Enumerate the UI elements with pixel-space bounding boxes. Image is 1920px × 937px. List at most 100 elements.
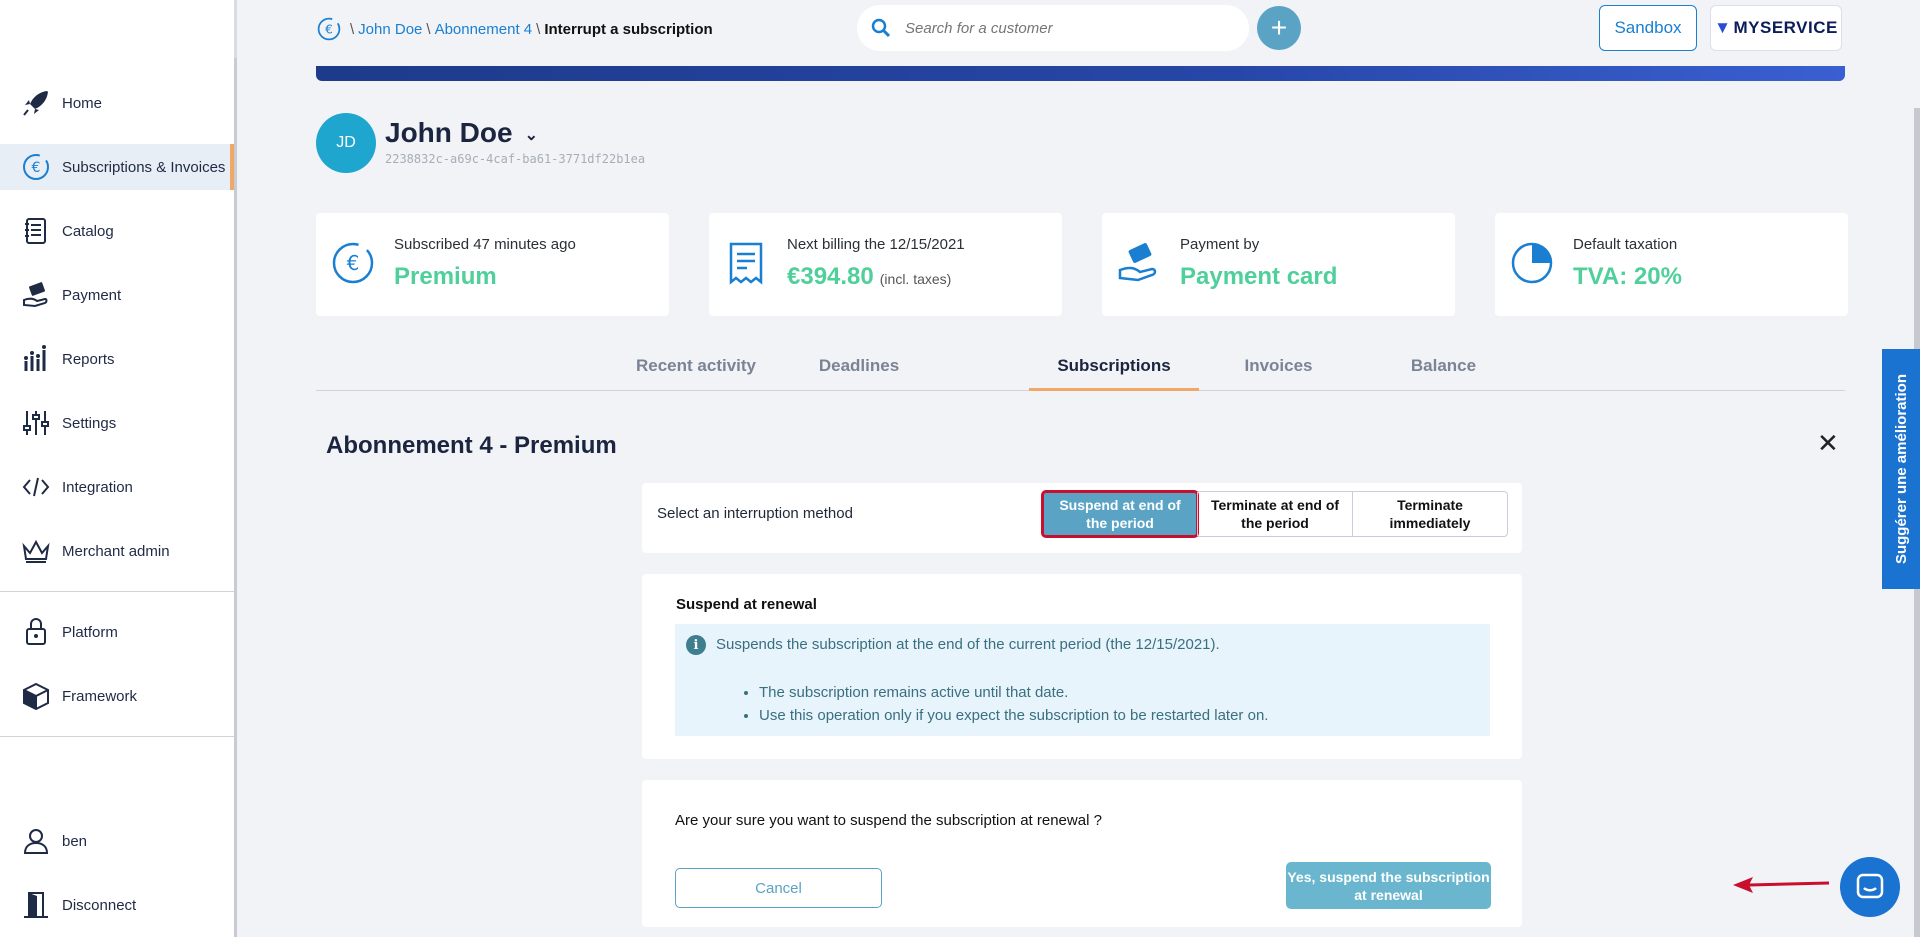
cancel-button[interactable]: Cancel: [675, 868, 882, 908]
sidebar-item-disconnect[interactable]: Disconnect: [0, 882, 234, 928]
sidebar-item-label: Home: [62, 94, 103, 112]
euro-cycle-icon: €: [332, 242, 374, 284]
breadcrumb-current: Interrupt a subscription: [544, 20, 713, 38]
sidebar-item-subscriptions[interactable]: € Subscriptions & Invoices: [0, 144, 234, 190]
list-item: The subscription remains active until th…: [759, 684, 1268, 701]
sidebar-scrollbar[interactable]: [234, 58, 237, 937]
euro-cycle-icon[interactable]: €: [316, 16, 342, 42]
sliders-icon: [20, 407, 52, 439]
tab-balance[interactable]: Balance: [1396, 356, 1491, 391]
tab-subscriptions[interactable]: Subscriptions: [1029, 356, 1199, 391]
sidebar-item-reports[interactable]: Reports: [0, 336, 234, 382]
close-icon[interactable]: ✕: [1817, 428, 1839, 459]
sidebar-item-label: Payment: [62, 286, 122, 304]
sidebar-item-merchant-admin[interactable]: Merchant admin: [0, 528, 234, 574]
logo-mark-icon: ▼: [1714, 18, 1732, 37]
chevron-down-icon[interactable]: ⌄: [525, 125, 538, 145]
breadcrumb: € \ John Doe \ Abonnement 4 \ Interrupt …: [316, 16, 713, 42]
sidebar-item-label: Subscriptions & Invoices: [62, 158, 226, 176]
sidebar-item-integration[interactable]: Integration: [0, 464, 234, 510]
card-sub: (incl. taxes): [879, 271, 952, 287]
card-value: €394.80 (incl. taxes): [787, 263, 951, 291]
add-button[interactable]: +: [1257, 6, 1301, 50]
sidebar-item-label: Platform: [62, 623, 118, 641]
info-text: Suspends the subscription at the end of …: [716, 636, 1220, 653]
card-label: Subscribed 47 minutes ago: [394, 236, 576, 253]
list-item: Use this operation only if you expect th…: [759, 707, 1268, 724]
bar-chart-icon: [20, 343, 52, 375]
interruption-method-panel: Select an interruption method Suspend at…: [642, 483, 1522, 553]
card-label: Next billing the 12/15/2021: [787, 236, 965, 253]
sidebar-item-payment[interactable]: Payment: [0, 272, 234, 318]
card-label: Payment by: [1180, 236, 1260, 253]
svg-text:€: €: [347, 251, 360, 275]
box-icon: [20, 680, 52, 712]
svg-text:€: €: [32, 160, 41, 176]
sidebar-item-label: Framework: [62, 687, 138, 705]
lock-icon: [20, 616, 52, 648]
sidebar-item-home[interactable]: Home: [0, 80, 234, 126]
sidebar-item-platform[interactable]: Platform: [0, 609, 234, 655]
confirm-question: Are your sure you want to suspend the su…: [675, 812, 1102, 829]
sidebar-item-label: ben: [62, 832, 88, 850]
sidebar-divider: [0, 736, 234, 737]
page-title: Abonnement 4 - Premium: [326, 432, 617, 459]
customer-name-text: John Doe: [385, 117, 513, 148]
user-icon: [20, 825, 52, 857]
sidebar-item-label: Settings: [62, 414, 117, 432]
logo-text: MYSERVICE: [1733, 18, 1838, 37]
breadcrumb-separator: \: [536, 20, 541, 38]
header-banner: [316, 66, 1845, 81]
hand-money-icon: [1118, 243, 1157, 282]
sandbox-button[interactable]: Sandbox: [1599, 5, 1697, 51]
option-suspend-end-period[interactable]: Suspend at end of the period: [1041, 490, 1199, 538]
notebook-icon: [20, 215, 52, 247]
sidebar: Home € Subscriptions & Invoices Catalog …: [0, 0, 237, 937]
card-value: TVA: 20%: [1573, 263, 1682, 290]
sidebar-item-label: Integration: [62, 478, 133, 496]
sidebar-divider: [0, 591, 234, 592]
tab-deadlines[interactable]: Deadlines: [804, 356, 914, 391]
search-input[interactable]: [905, 19, 1205, 37]
confirm-suspend-button[interactable]: Yes, suspend the subscription at renewal: [1286, 862, 1491, 909]
card-amount: €394.80: [787, 263, 874, 290]
sidebar-item-settings[interactable]: Settings: [0, 400, 234, 446]
euro-cycle-icon: €: [20, 151, 52, 183]
customer-name[interactable]: John Doe ⌄: [385, 117, 538, 149]
annotation-arrow-icon: [1733, 877, 1830, 893]
sidebar-item-catalog[interactable]: Catalog: [0, 208, 234, 254]
sidebar-item-label: Disconnect: [62, 896, 137, 914]
info-box: i Suspends the subscription at the end o…: [675, 624, 1490, 736]
card-value: Premium: [394, 263, 497, 290]
tab-invoices[interactable]: Invoices: [1231, 356, 1326, 391]
interruption-method-label: Select an interruption method: [657, 505, 853, 522]
info-icon: i: [686, 635, 706, 655]
main-content: € \ John Doe \ Abonnement 4 \ Interrupt …: [240, 0, 1920, 937]
sidebar-item-label: Reports: [62, 350, 115, 368]
breadcrumb-subscription-link[interactable]: Abonnement 4: [435, 21, 533, 38]
customer-tabs: Recent activity Deadlines Subscriptions …: [316, 352, 1845, 391]
sidebar-item-framework[interactable]: Framework: [0, 673, 234, 719]
sidebar-item-user[interactable]: ben: [0, 818, 234, 864]
info-bullets: The subscription remains active until th…: [759, 684, 1268, 730]
option-terminate-immediately[interactable]: Terminate immediately: [1352, 492, 1507, 536]
breadcrumb-customer-link[interactable]: John Doe: [358, 21, 422, 38]
option-terminate-end-period[interactable]: Terminate at end of the period: [1197, 492, 1352, 536]
feedback-label: Suggérer une amélioration: [1892, 373, 1910, 565]
svg-text:€: €: [325, 22, 333, 36]
customer-search[interactable]: [857, 5, 1249, 51]
sidebar-item-label: Catalog: [62, 222, 114, 240]
breadcrumb-separator: \: [426, 20, 431, 38]
confirm-panel: Are your sure you want to suspend the su…: [642, 780, 1522, 927]
receipt-icon: [729, 242, 763, 285]
info-title: Suspend at renewal: [676, 596, 817, 613]
feedback-tab[interactable]: Suggérer une amélioration: [1882, 349, 1920, 589]
customer-id: 2238832c-a69c-4caf-ba61-3771df22b1ea: [385, 152, 646, 166]
card-payment: Payment by Payment card: [1102, 213, 1455, 316]
crown-icon: [20, 535, 52, 567]
interruption-method-selector: Suspend at end of the period Terminate a…: [1041, 490, 1508, 538]
chat-button[interactable]: [1840, 857, 1900, 917]
card-subscription: € Subscribed 47 minutes ago Premium: [316, 213, 669, 316]
card-taxation: Default taxation TVA: 20%: [1495, 213, 1848, 316]
tab-recent-activity[interactable]: Recent activity: [635, 356, 757, 391]
